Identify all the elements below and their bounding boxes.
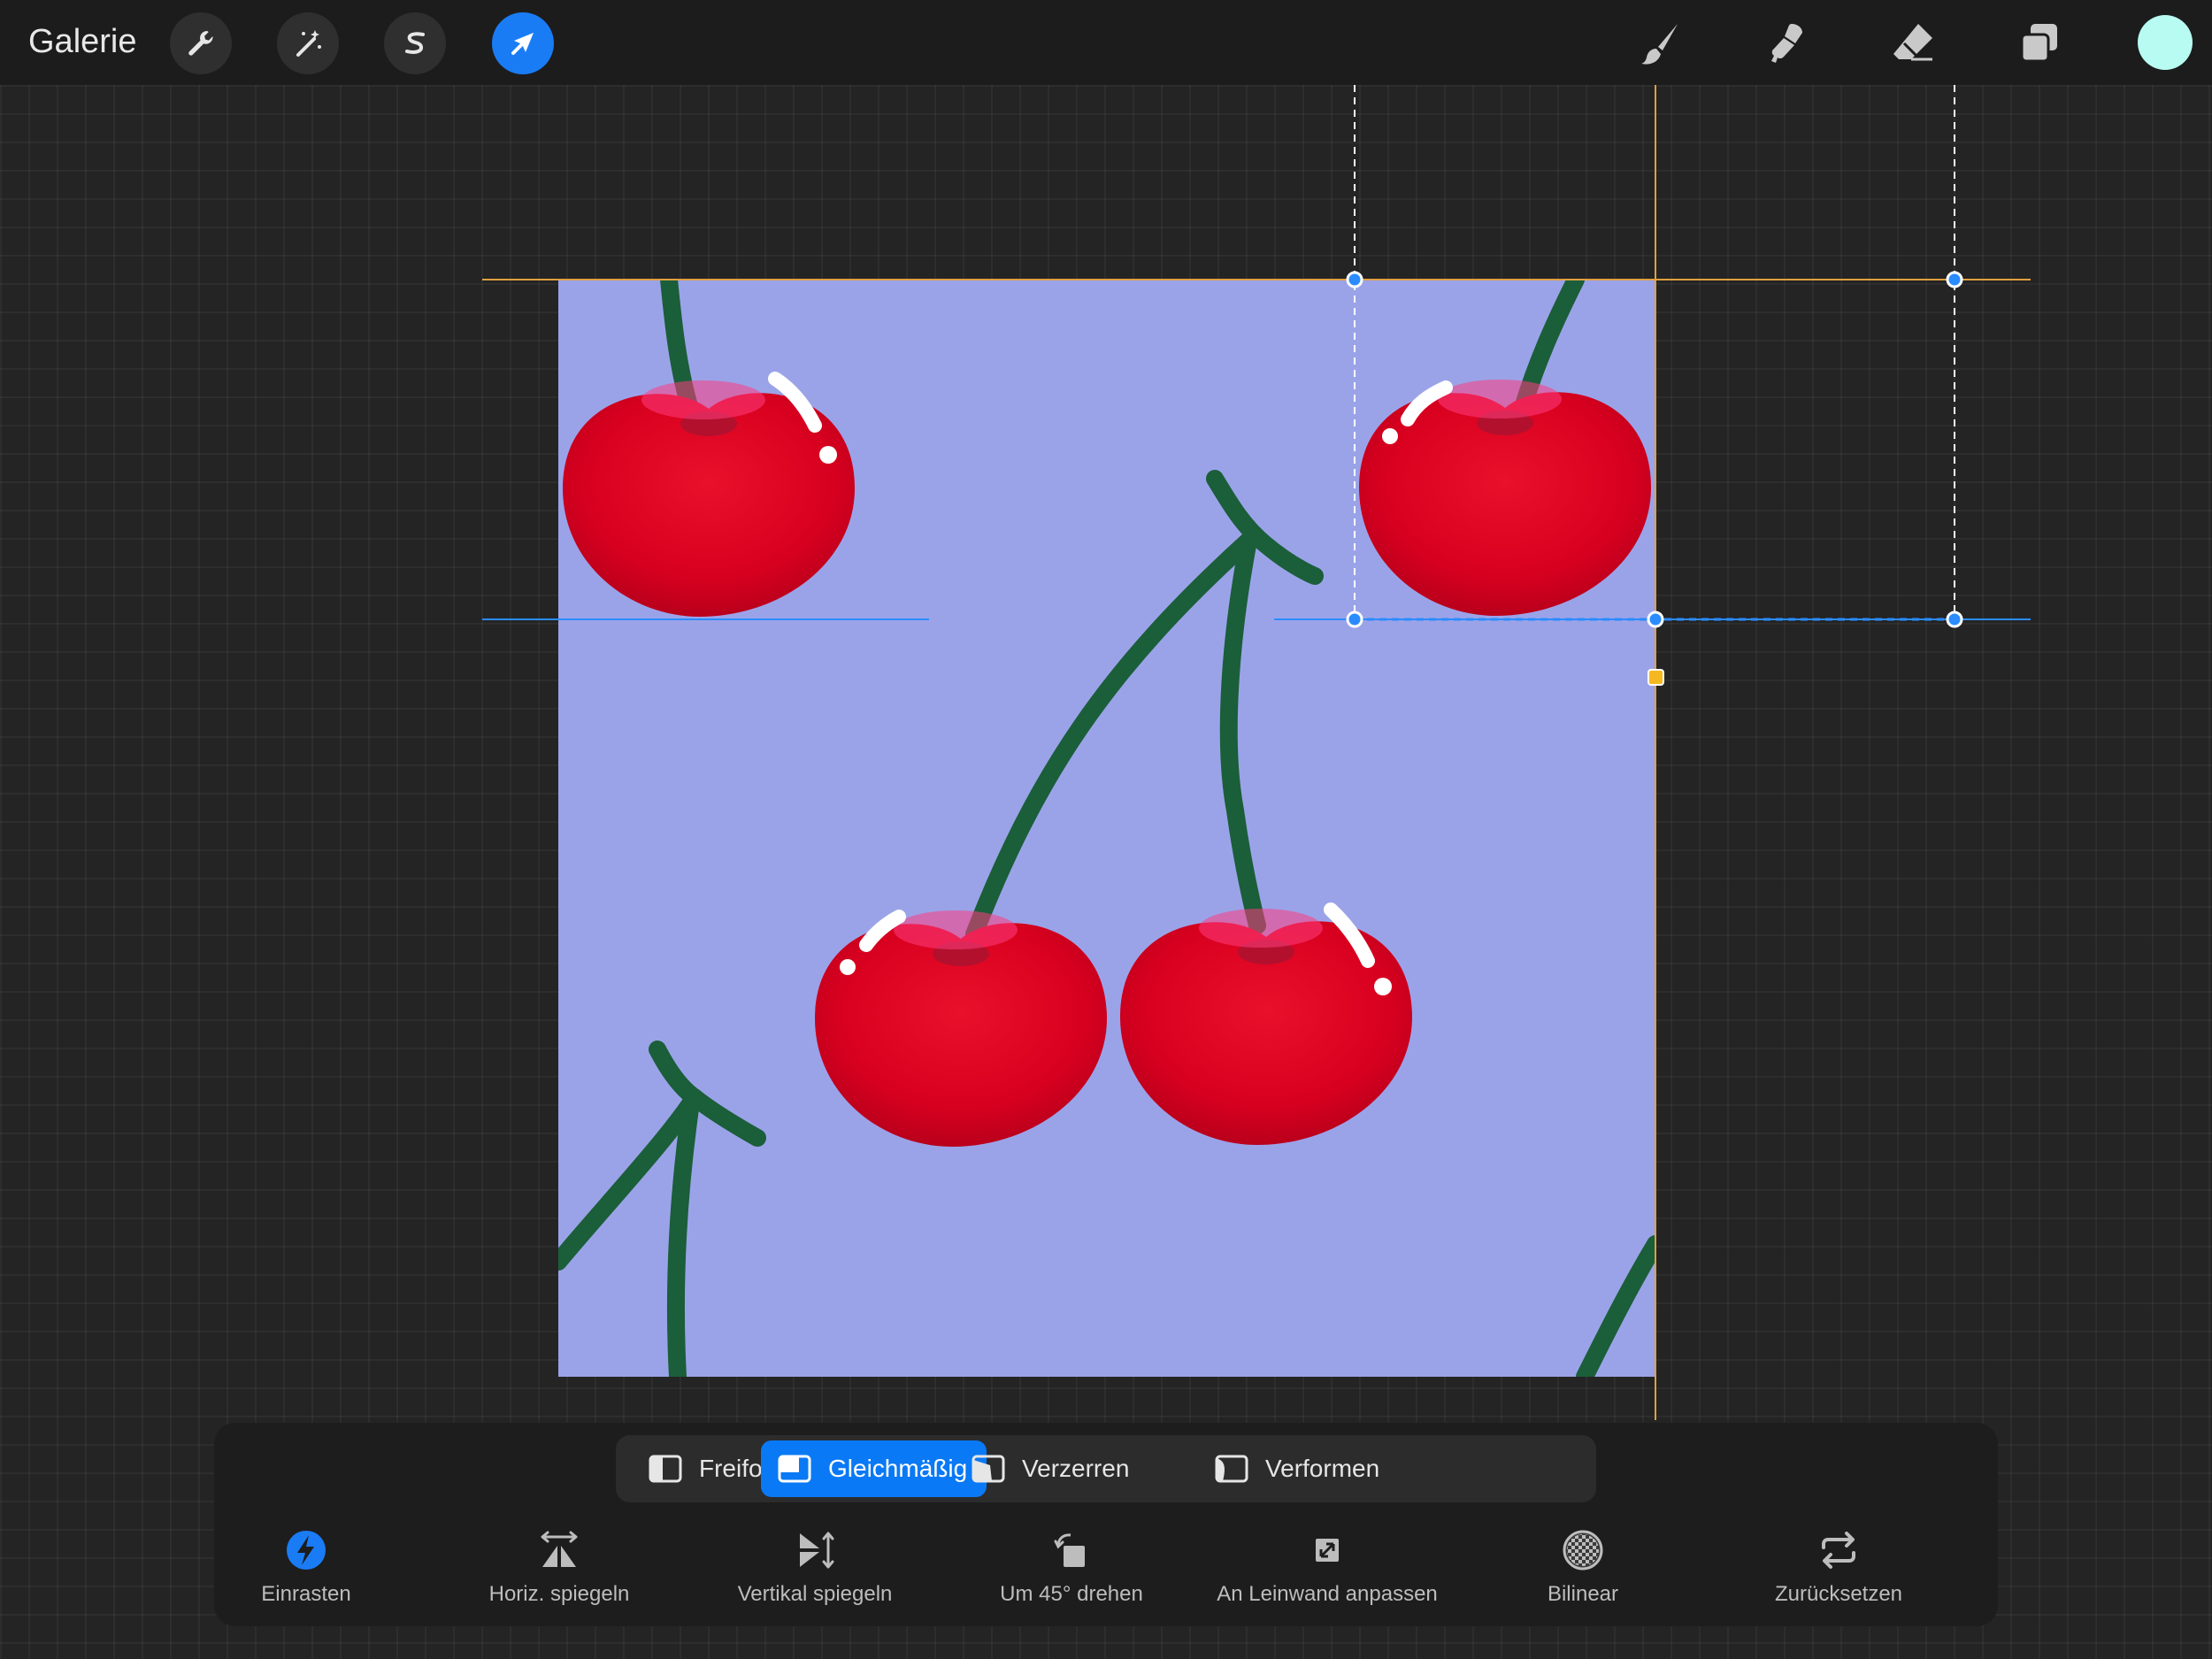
transform-arrow-icon <box>511 33 534 55</box>
eraser-icon <box>1893 24 1932 61</box>
cherry-artwork <box>558 280 1655 1377</box>
selection-button[interactable] <box>384 12 446 74</box>
drawing-canvas[interactable] <box>558 280 1655 1377</box>
flip-vertical-button[interactable]: Vertikal spiegeln <box>700 1527 930 1616</box>
fit-to-canvas-icon <box>1316 1539 1339 1562</box>
flip-vertical-icon <box>800 1532 834 1569</box>
layers-icon <box>2020 24 2057 63</box>
eraser-tool-button[interactable] <box>1884 14 1942 73</box>
brush-icon <box>1641 24 1678 65</box>
smudge-icon <box>1771 24 1802 63</box>
transform-button[interactable] <box>492 12 554 74</box>
uniform-mode-icon <box>778 1455 811 1483</box>
warp-mode-icon <box>1215 1455 1248 1483</box>
top-toolbar: Galerie <box>0 0 2212 85</box>
adjustments-button[interactable] <box>277 12 339 74</box>
transform-panel: Freiform Gleichmäßig Verzerren Verformen <box>214 1423 1998 1626</box>
smudge-tool-button[interactable] <box>1757 14 1816 73</box>
wrench-icon <box>188 31 213 56</box>
bilinear-icon <box>1563 1530 1603 1571</box>
snap-icon <box>287 1531 326 1570</box>
mode-distort[interactable]: Verzerren <box>955 1440 1148 1497</box>
mode-uniform[interactable]: Gleichmäßig <box>761 1440 987 1497</box>
transform-mode-selector: Freiform Gleichmäßig Verzerren Verformen <box>616 1435 1596 1502</box>
layers-button[interactable] <box>2010 14 2069 73</box>
magic-wand-icon <box>296 30 321 57</box>
rotate-45-button[interactable]: Um 45° drehen <box>956 1527 1187 1616</box>
bilinear-button[interactable]: Bilinear <box>1468 1527 1698 1616</box>
distort-mode-icon <box>972 1455 1005 1483</box>
transform-handle[interactable] <box>1946 271 1963 288</box>
brush-tool-button[interactable] <box>1631 14 1689 73</box>
fit-to-canvas-button[interactable]: An Leinwand anpassen <box>1212 1527 1442 1616</box>
freeform-mode-icon <box>649 1455 682 1483</box>
flip-horizontal-icon <box>541 1531 578 1567</box>
color-picker-button[interactable] <box>2138 15 2193 70</box>
mode-warp[interactable]: Verformen <box>1198 1440 1399 1497</box>
selection-s-icon <box>405 32 425 54</box>
reset-button[interactable]: Zurücksetzen <box>1724 1527 1954 1616</box>
gallery-button[interactable]: Galerie <box>28 19 137 64</box>
reset-icon <box>1822 1532 1855 1569</box>
snap-button[interactable]: Einrasten <box>191 1527 421 1616</box>
transform-handle[interactable] <box>1946 611 1963 628</box>
flip-horizontal-button[interactable]: Horiz. spiegeln <box>444 1527 674 1616</box>
actions-button[interactable] <box>170 12 232 74</box>
rotate-45-icon <box>1054 1533 1085 1567</box>
